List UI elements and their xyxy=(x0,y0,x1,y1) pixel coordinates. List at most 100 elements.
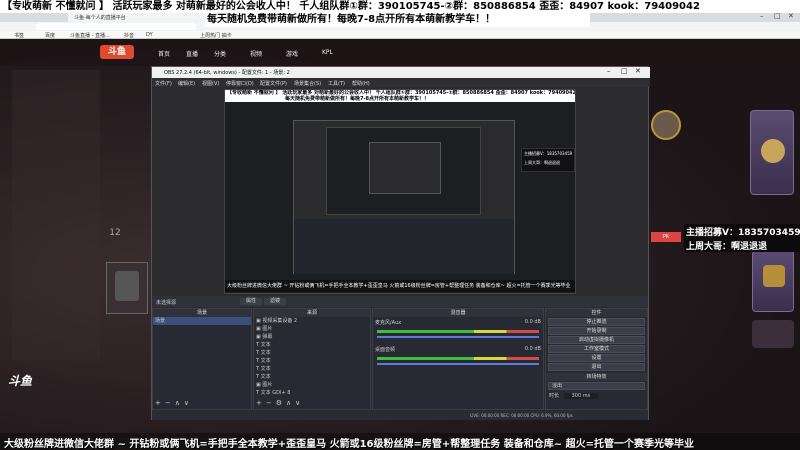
obs-minimize-icon[interactable]: – xyxy=(607,67,611,75)
obs-title: OBS 27.2.4 (64-bit, windows) - 配置文件: 1 -… xyxy=(164,70,290,76)
hint-text: 上周大哥：啊退退退 xyxy=(686,242,768,252)
source-controls[interactable]: +−⚙∧∨ xyxy=(256,399,304,407)
nav-category[interactable]: 分类 xyxy=(214,49,226,58)
mixer-track2-slider[interactable] xyxy=(377,363,539,365)
menu-scene-collection[interactable]: 场景集合(S) xyxy=(294,80,321,87)
nested-docks xyxy=(294,219,514,274)
properties-button[interactable]: 属性 xyxy=(240,298,262,305)
source-item-2[interactable]: ▣ 弹幕 xyxy=(254,333,370,341)
start-record-button[interactable]: 开始录制 xyxy=(548,327,645,335)
source-item-7[interactable]: T 文本 xyxy=(254,373,370,381)
mixer-track2-db: 0.0 dB xyxy=(524,346,541,352)
menu-view[interactable]: 视图(V) xyxy=(202,80,219,87)
badge-icon xyxy=(761,139,785,163)
preview-banner-line2: 每天随机免费带萌新做所有！每晚7-8点开所有本萌新教学车！！ xyxy=(285,96,430,102)
bookmark-1[interactable]: 百度 xyxy=(45,32,55,39)
preview-ticker: 大级粉丝牌进微信大佬群 ~ 开钻粉或俩飞机=手把手全本教学+歪歪皇马 火箭或16… xyxy=(225,280,575,292)
right-mini-card[interactable] xyxy=(752,320,794,348)
streamer-avatar[interactable] xyxy=(106,262,148,314)
menu-docks[interactable]: 停靠窗口(D) xyxy=(226,80,254,87)
transitions-header: 转场特效 xyxy=(546,373,647,381)
sources-header: 来源 xyxy=(254,309,370,317)
controls-dock: 控件 停止推流 开始录制 启动虚拟摄像机 工作室模式 设置 退出 转场特效 淡出… xyxy=(545,308,648,410)
settings-button[interactable]: 设置 xyxy=(548,354,645,362)
avatar-photo xyxy=(115,271,139,301)
obs-menu-bar: 文件(F) 编辑(E) 视图(V) 停靠窗口(D) 配置文件(P) 场景集合(S… xyxy=(152,78,650,87)
obs-maximize-icon[interactable]: □ xyxy=(621,67,628,75)
bookmark-4[interactable]: DY xyxy=(146,32,153,38)
stop-stream-button[interactable]: 停止推流 xyxy=(548,318,645,326)
recruit-box: 主播招募V：1835703459 xyxy=(684,224,800,238)
source-item-6[interactable]: T 文本 xyxy=(254,365,370,373)
nav-live[interactable]: 直播 xyxy=(186,49,198,58)
scene-controls[interactable]: +−∧∨ xyxy=(155,399,193,407)
nav-home[interactable]: 首页 xyxy=(158,49,170,58)
bookmark-3[interactable]: 抖音 xyxy=(124,32,134,39)
no-source-label: 未选择源 xyxy=(156,300,177,306)
scenes-dock: 场景 场景 +−∧∨ xyxy=(152,308,252,410)
duration-field[interactable]: 300 ms xyxy=(563,393,599,399)
mixer-track1-db: 0.0 dB xyxy=(524,319,541,325)
mixer-track1-slider[interactable] xyxy=(377,336,539,338)
minimize-icon[interactable]: – xyxy=(760,12,768,20)
obs-status-bar: LIVE: 00:00:00 REC: 00:00:00 CPU: 6.9%, … xyxy=(152,411,648,420)
exit-button[interactable]: 退出 xyxy=(548,363,645,371)
scenes-header: 场景 xyxy=(153,309,251,317)
mixer-track2-label: 桌面音频 xyxy=(375,347,396,353)
source-label-4: 文本 xyxy=(260,350,271,356)
site-logo[interactable]: 斗鱼 xyxy=(100,45,134,59)
source-item-8[interactable]: ▣ 图片 xyxy=(254,381,370,389)
menu-help[interactable]: 帮助(H) xyxy=(352,80,370,87)
obs-title-bar: OBS 27.2.4 (64-bit, windows) - 配置文件: 1 -… xyxy=(152,67,650,78)
nav-video[interactable]: 视频 xyxy=(250,49,262,58)
source-item-5[interactable]: T 文本 xyxy=(254,357,370,365)
source-label-3: 文本 xyxy=(260,342,271,348)
bookmark-2[interactable]: 斗鱼直播 - 直播... xyxy=(70,32,110,39)
menu-profile[interactable]: 配置文件(P) xyxy=(260,80,287,87)
left-page-area xyxy=(12,70,100,360)
filters-button[interactable]: 滤镜 xyxy=(264,298,286,305)
nav-kpl[interactable]: KPL xyxy=(322,49,333,56)
source-item-1[interactable]: ▣ 图片 xyxy=(254,325,370,333)
obs-window: OBS 27.2.4 (64-bit, windows) - 配置文件: 1 -… xyxy=(151,66,650,420)
controls-header: 控件 xyxy=(546,309,647,317)
source-label-2: 弹幕 xyxy=(262,334,273,340)
obs-close-icon[interactable]: ✕ xyxy=(635,67,641,75)
menu-tools[interactable]: 工具(T) xyxy=(328,80,345,87)
menu-edit[interactable]: 编辑(E) xyxy=(178,80,195,87)
obs-status: LIVE: 00:00:00 REC: 00:00:00 CPU: 6.9%, … xyxy=(470,413,573,418)
virtual-camera-button[interactable]: 启动虚拟摄像机 xyxy=(548,336,645,344)
tab-title: 斗鱼-每个人的直播平台 xyxy=(74,15,126,21)
transition-select[interactable]: 淡出 xyxy=(548,382,645,390)
filters-label: 滤镜 xyxy=(269,298,280,304)
obs-preview[interactable]: 【专收萌新 不懂就问 】 活跃玩家最多 对萌新最好的公会收人中！ 千人组队群①群… xyxy=(224,89,576,294)
right-avatar[interactable] xyxy=(651,110,681,140)
preview-ticker-text: 大级粉丝牌进微信大佬群 ~ 开钻粉或俩飞机=手把手全本教学+歪歪皇马 火箭或16… xyxy=(227,283,571,289)
site-nav: 斗鱼 首页 直播 分类 视频 游戏 KPL xyxy=(0,39,800,66)
source-toolbar: 未选择源 属性 滤镜 xyxy=(152,296,648,307)
studio-mode-button[interactable]: 工作室模式 xyxy=(548,345,645,353)
rank-badge: PK xyxy=(651,232,681,242)
scene-item[interactable]: 场景 xyxy=(153,317,251,325)
right-reward-card[interactable] xyxy=(752,250,794,312)
menu-file[interactable]: 文件(F) xyxy=(155,80,172,87)
close-icon[interactable]: ✕ xyxy=(788,12,796,20)
bookmark-5[interactable]: 上周热门 抽卡 xyxy=(200,32,232,39)
banner-line1: 【专收萌新 不懂就问 】 活跃玩家最多 对萌新最好的公会收人中！ 千人组队群①群… xyxy=(2,1,700,12)
right-event-card[interactable] xyxy=(750,110,794,195)
mixer-track1-meter xyxy=(377,330,539,333)
preview-recruit-box: 主播招募V：1835703459 上周大哥：啊退退退 xyxy=(521,148,575,172)
bottom-ticker: 大级粉丝牌进微信大佬群 ~ 开钻粉或俩飞机=手把手全本教学+歪歪皇马 火箭或16… xyxy=(0,433,800,450)
source-item-4[interactable]: T 文本 xyxy=(254,349,370,357)
source-label-8: 图片 xyxy=(262,382,273,388)
mixer-track1-row: 麦克风/Aux 0.0 dB xyxy=(373,317,543,328)
maximize-icon[interactable]: □ xyxy=(774,12,782,20)
hint-box: 上周大哥：啊退退退 xyxy=(684,238,800,252)
nav-game[interactable]: 游戏 xyxy=(286,49,298,58)
source-item-9[interactable]: T 文本 GDI+ 8 xyxy=(254,389,370,397)
source-item-3[interactable]: T 文本 xyxy=(254,341,370,349)
mixer-dock: 混音器 麦克风/Aux 0.0 dB 桌面音频 0.0 dB xyxy=(372,308,544,410)
url-field[interactable] xyxy=(36,23,196,30)
source-item-0[interactable]: ▣ 视频采集设备 2 xyxy=(254,317,370,325)
bookmark-0[interactable]: 书签 xyxy=(14,32,24,39)
